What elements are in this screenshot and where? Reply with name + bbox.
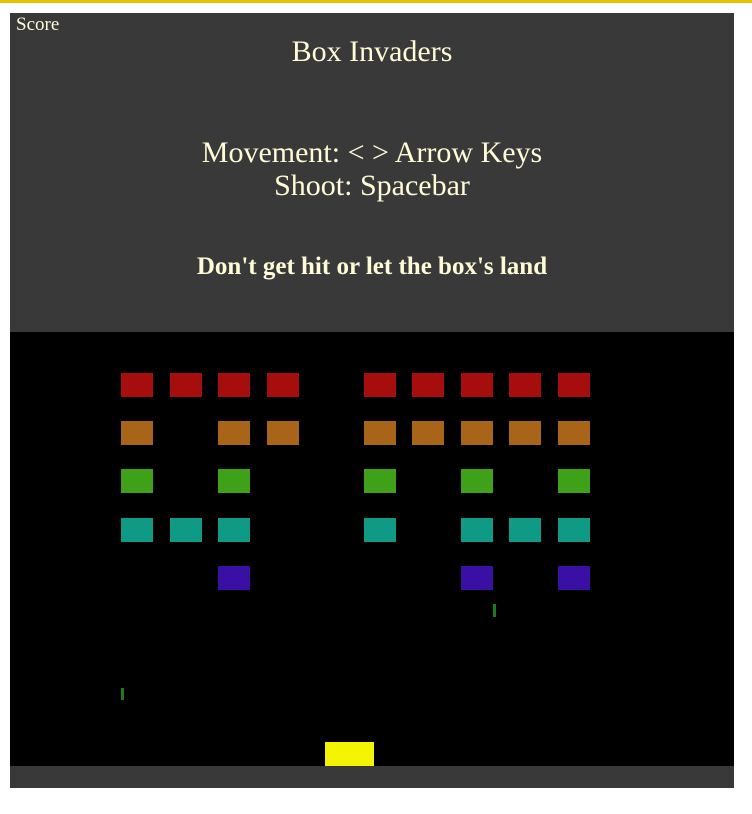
invader-box-red bbox=[121, 373, 153, 397]
invader-box-purple bbox=[558, 566, 590, 590]
invader-box-orange bbox=[267, 421, 299, 445]
invader-box-orange bbox=[509, 421, 541, 445]
enemy-bullet bbox=[493, 604, 496, 617]
invader-box-red bbox=[267, 373, 299, 397]
invader-box-orange bbox=[412, 421, 444, 445]
invader-box-green bbox=[461, 469, 493, 493]
invader-box-teal bbox=[509, 518, 541, 542]
top-accent-line bbox=[0, 0, 752, 3]
invader-box-teal bbox=[170, 518, 202, 542]
player-ship[interactable] bbox=[325, 742, 374, 766]
invader-box-red bbox=[218, 373, 250, 397]
invader-box-green bbox=[558, 469, 590, 493]
invader-box-green bbox=[121, 469, 153, 493]
game-frame: Score Box Invaders Movement: < > Arrow K… bbox=[10, 13, 734, 788]
invader-box-red bbox=[364, 373, 396, 397]
invader-box-teal bbox=[558, 518, 590, 542]
invader-box-red bbox=[558, 373, 590, 397]
invader-box-teal bbox=[364, 518, 396, 542]
invader-box-teal bbox=[461, 518, 493, 542]
invader-box-orange bbox=[461, 421, 493, 445]
invader-box-orange bbox=[218, 421, 250, 445]
invader-box-orange bbox=[558, 421, 590, 445]
invader-box-red bbox=[412, 373, 444, 397]
invader-box-red bbox=[170, 373, 202, 397]
game-field[interactable] bbox=[10, 332, 734, 766]
invader-box-teal bbox=[121, 518, 153, 542]
invader-box-green bbox=[364, 469, 396, 493]
invader-box-red bbox=[461, 373, 493, 397]
ground-bar bbox=[10, 766, 734, 788]
invader-box-green bbox=[218, 469, 250, 493]
game-header: Score Box Invaders Movement: < > Arrow K… bbox=[10, 13, 734, 332]
movement-instructions: Movement: < > Arrow Keys bbox=[201, 136, 543, 169]
score-label: Score bbox=[16, 14, 60, 35]
invader-box-purple bbox=[461, 566, 493, 590]
warning-text: Don't get hit or let the box's land bbox=[196, 253, 548, 280]
invader-box-teal bbox=[218, 518, 250, 542]
shoot-instructions: Shoot: Spacebar bbox=[274, 169, 470, 202]
enemy-bullet bbox=[121, 688, 124, 700]
invader-box-purple bbox=[218, 566, 250, 590]
invader-box-orange bbox=[121, 421, 153, 445]
invader-box-red bbox=[509, 373, 541, 397]
invader-box-orange bbox=[364, 421, 396, 445]
game-title: Box Invaders bbox=[291, 35, 453, 68]
